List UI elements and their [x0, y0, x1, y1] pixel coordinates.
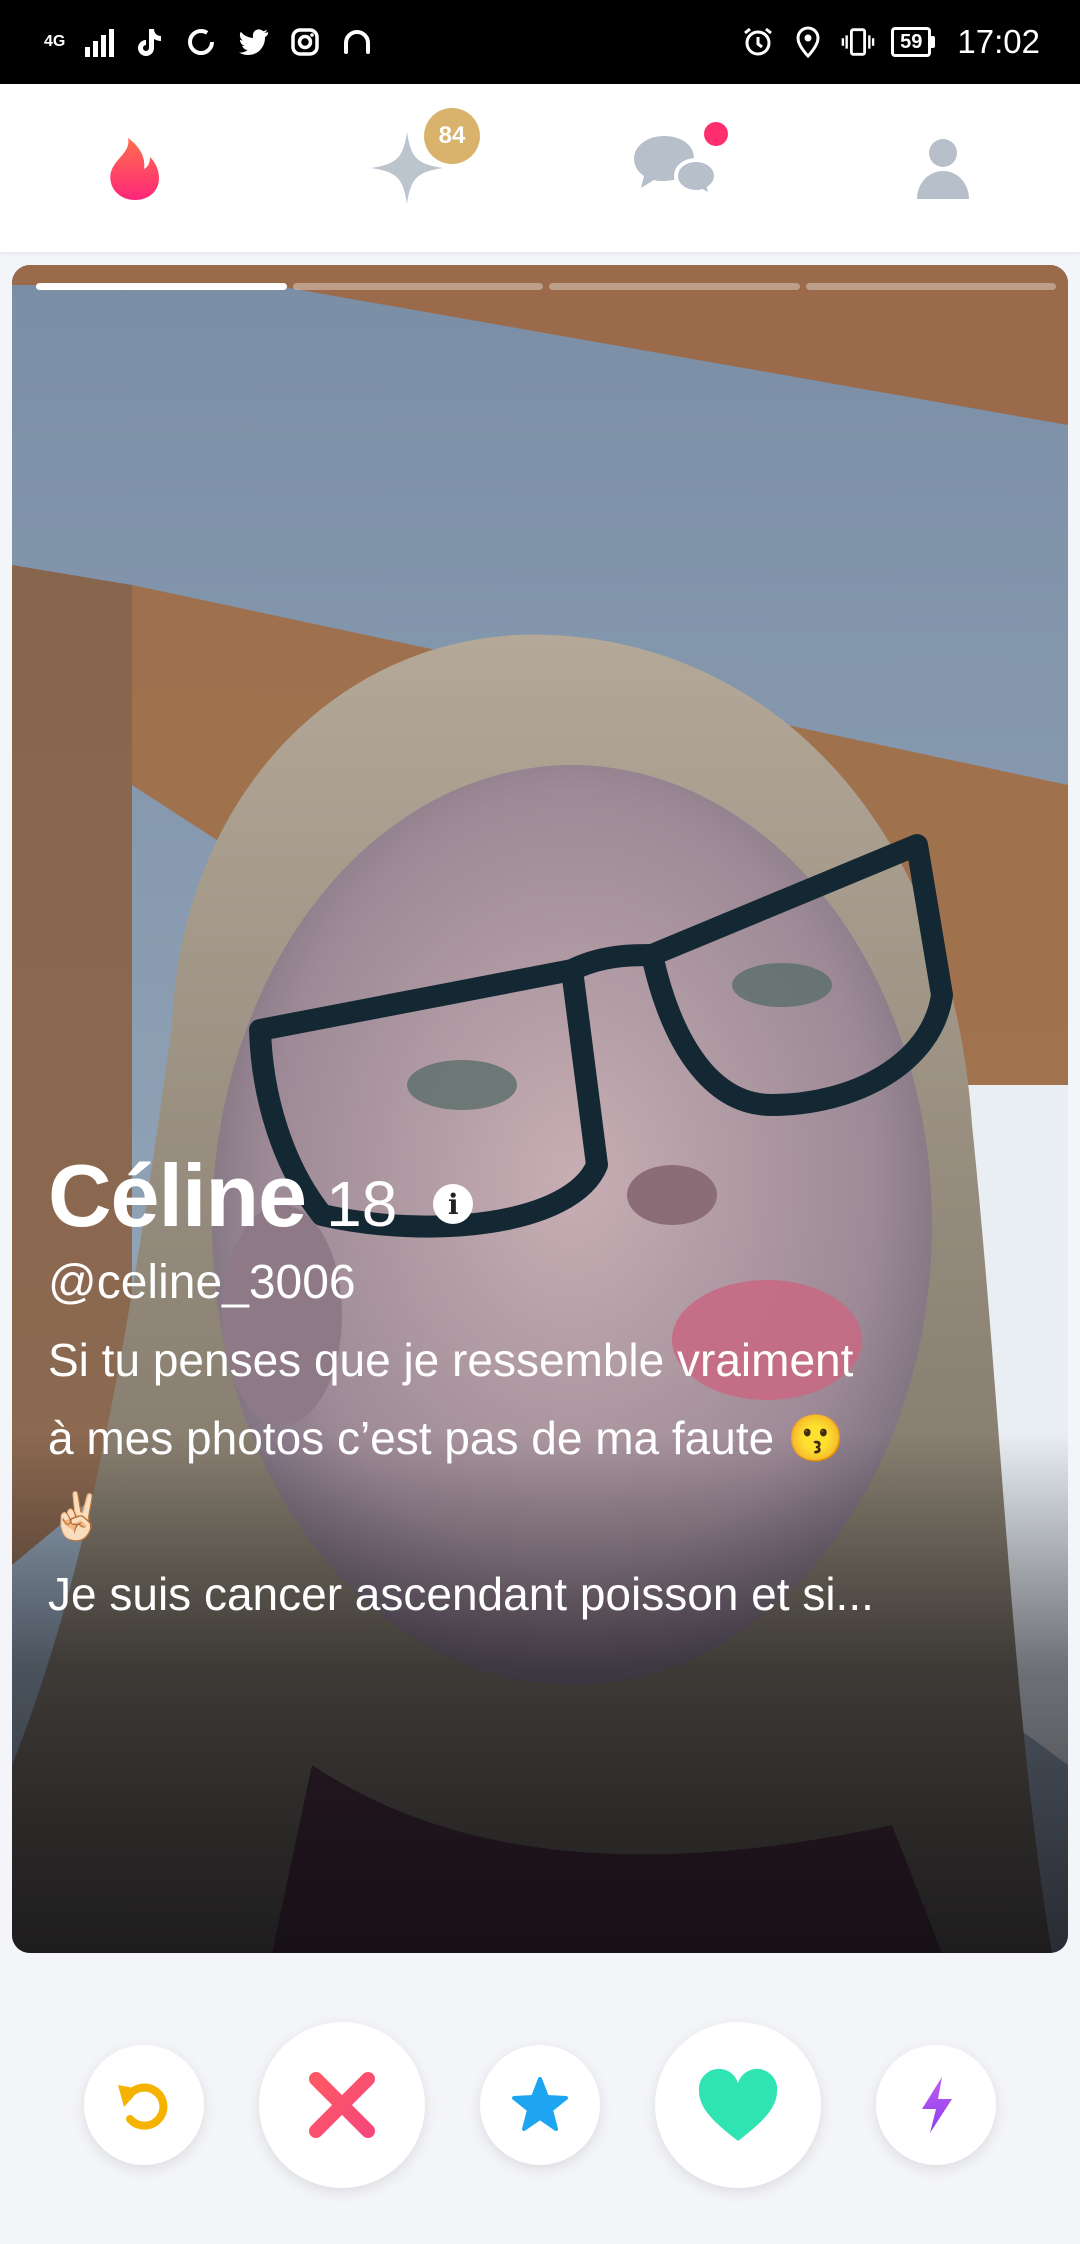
rewind-button[interactable] [84, 2045, 204, 2165]
user-icon [917, 139, 969, 199]
vibrate-icon [841, 25, 875, 59]
network-type: 4G [44, 33, 66, 50]
profile-age: 18 [326, 1168, 398, 1240]
lightning-icon [922, 2077, 952, 2133]
star-icon [512, 2077, 568, 2131]
nav-tab-flame[interactable] [68, 84, 202, 252]
nav-tab-gold[interactable]: 84 [340, 84, 480, 252]
heart-icon [698, 2068, 778, 2141]
battery-icon: 59 [891, 27, 936, 57]
twitter-icon [236, 25, 270, 59]
bio-line: Si tu penses que je ressemble vraiment [48, 1334, 854, 1386]
gold-likes-count-badge: 84 [424, 108, 480, 164]
nav-tab-profile[interactable] [876, 84, 1010, 252]
rewind-icon [118, 2083, 168, 2130]
profile-card[interactable] [12, 265, 1068, 1953]
photo-progress-segment [36, 283, 287, 290]
photo-progress-segment [292, 283, 543, 290]
bio-line: Je suis cancer ascendant poisson et si..… [48, 1568, 874, 1620]
x-icon [309, 2072, 375, 2138]
alarm-icon [741, 25, 775, 59]
action-bar [0, 2015, 1080, 2195]
profile-handle: @celine_3006 [48, 1256, 356, 1309]
new-message-dot [704, 122, 728, 146]
clock: 17:02 [957, 23, 1040, 60]
bio-line: à mes photos c’est pas de ma faute 😗 [48, 1412, 845, 1464]
nav-tab-messages[interactable] [608, 84, 742, 252]
instagram-icon [288, 25, 322, 59]
location-icon [791, 25, 825, 59]
photo-progress-indicator [36, 283, 1056, 290]
profile-name: Céline [48, 1146, 307, 1245]
headphones-icon [340, 25, 374, 59]
top-navigation: 84 [0, 84, 1080, 252]
nope-button[interactable] [259, 2022, 425, 2188]
info-icon[interactable]: i [433, 1184, 474, 1224]
loading-circle-icon [184, 25, 218, 59]
tiktok-icon [132, 25, 166, 59]
status-bar: 4G 59 17:02 [0, 0, 1080, 84]
profile-info: Céline 18 i @celine_3006 Si tu penses qu… [48, 1145, 1018, 1633]
signal-icon [85, 27, 115, 57]
flame-icon [110, 138, 159, 200]
photo-progress-segment [805, 283, 1056, 290]
profile-bio: Si tu penses que je ressemble vraiment à… [48, 1321, 1018, 1633]
photo-progress-segment [549, 283, 800, 290]
like-button[interactable] [655, 2022, 821, 2188]
super-like-button[interactable] [480, 2045, 600, 2165]
boost-button[interactable] [876, 2045, 996, 2165]
bio-line: ✌🏻 [48, 1490, 106, 1542]
